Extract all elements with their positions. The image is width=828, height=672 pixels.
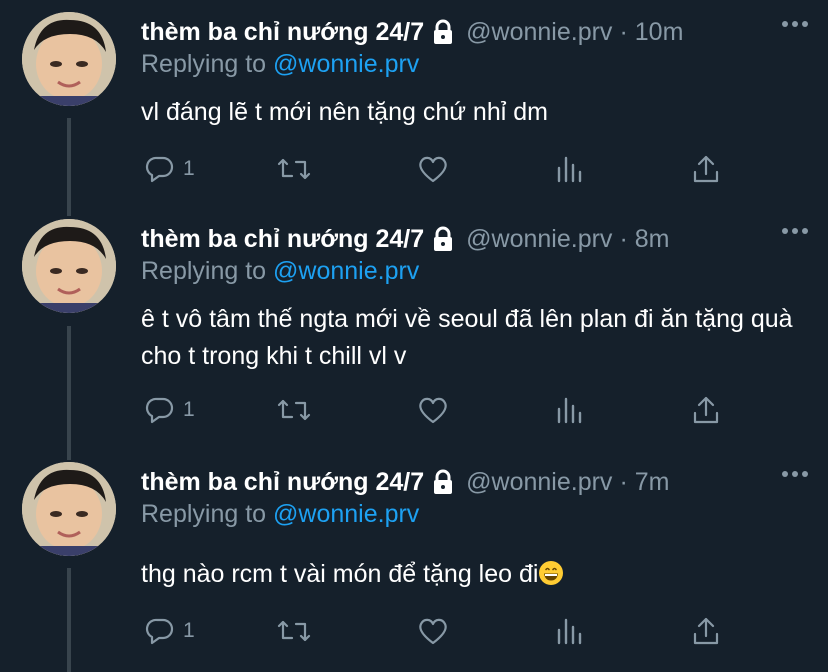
avatar[interactable]	[22, 462, 116, 556]
heart-icon	[419, 618, 447, 645]
separator: ·	[619, 17, 628, 46]
replying-to: Replying to @wonnie.prv	[141, 257, 419, 286]
reply-count: 1	[183, 619, 195, 642]
avatar[interactable]	[22, 219, 116, 313]
timestamp[interactable]: 8m	[635, 225, 670, 254]
timestamp[interactable]: 7m	[635, 468, 670, 497]
tweet-text-container: thg nào rcm t vài món để tặng leo đi	[141, 556, 801, 593]
lock-icon	[430, 469, 456, 495]
more-icon[interactable]	[782, 21, 808, 27]
mention-link[interactable]: @wonnie.prv	[273, 500, 419, 528]
mention-link[interactable]: @wonnie.prv	[273, 50, 419, 78]
tweet-header: thèm ba chỉ nướng 24/7 @wonnie.prv · 7m	[141, 464, 808, 500]
more-icon[interactable]	[782, 471, 808, 477]
more-icon[interactable]	[782, 228, 808, 234]
mention-link[interactable]: @wonnie.prv	[273, 257, 419, 285]
tweet-header: thèm ba chỉ nướng 24/7 @wonnie.prv · 10m	[141, 14, 808, 50]
avatar[interactable]	[22, 12, 116, 106]
display-name[interactable]: thèm ba chỉ nướng 24/7	[141, 468, 424, 497]
display-name[interactable]: thèm ba chỉ nướng 24/7	[141, 18, 424, 47]
share-icon	[693, 155, 719, 183]
grinning-face-emoji	[539, 561, 564, 585]
tweet-text: ê t vô tâm thế ngta mới về seoul đã lên …	[141, 305, 793, 370]
lock-icon	[430, 226, 456, 252]
handle[interactable]: @wonnie.prv	[466, 468, 612, 497]
share-icon	[693, 396, 719, 424]
analytics-button[interactable]	[555, 154, 585, 184]
heart-icon	[419, 397, 447, 424]
like-button[interactable]	[417, 616, 449, 646]
timestamp[interactable]: 10m	[635, 18, 684, 47]
tweet-text: vl đáng lẽ t mới nên tặng chứ nhỉ dm	[141, 98, 548, 126]
reply-icon	[145, 156, 174, 183]
handle[interactable]: @wonnie.prv	[466, 225, 612, 254]
analytics-button[interactable]	[555, 395, 585, 425]
retweet-icon	[277, 399, 311, 421]
reply-icon	[145, 618, 174, 645]
retweet-button[interactable]	[277, 154, 311, 184]
tweet-actions: 1	[141, 154, 741, 188]
share-button[interactable]	[691, 395, 721, 425]
reply-button[interactable]: 1	[145, 395, 195, 425]
analytics-icon	[557, 156, 582, 183]
share-button[interactable]	[691, 154, 721, 184]
retweet-button[interactable]	[277, 616, 311, 646]
retweet-button[interactable]	[277, 395, 311, 425]
tweet[interactable]: thèm ba chỉ nướng 24/7 @wonnie.prv · 10m…	[0, 0, 828, 205]
replying-prefix: Replying to	[141, 257, 267, 285]
analytics-icon	[557, 618, 582, 645]
retweet-icon	[277, 620, 311, 642]
lock-icon	[430, 19, 456, 45]
reply-button[interactable]: 1	[145, 616, 195, 646]
replying-prefix: Replying to	[141, 500, 267, 528]
share-icon	[693, 617, 719, 645]
separator: ·	[619, 467, 628, 496]
reply-count: 1	[183, 157, 195, 180]
share-button[interactable]	[691, 616, 721, 646]
tweet-text: thg nào rcm t vài món để tặng leo đi	[141, 560, 539, 588]
display-name[interactable]: thèm ba chỉ nướng 24/7	[141, 225, 424, 254]
replying-prefix: Replying to	[141, 50, 267, 78]
handle[interactable]: @wonnie.prv	[466, 18, 612, 47]
tweet-actions: 1	[141, 395, 741, 429]
tweet-actions: 1	[141, 616, 741, 650]
analytics-button[interactable]	[555, 616, 585, 646]
separator: ·	[619, 224, 628, 253]
replying-to: Replying to @wonnie.prv	[141, 50, 419, 79]
like-button[interactable]	[417, 395, 449, 425]
reply-button[interactable]: 1	[145, 154, 195, 184]
reply-icon	[145, 397, 174, 424]
like-button[interactable]	[417, 154, 449, 184]
heart-icon	[419, 156, 447, 183]
retweet-icon	[277, 158, 311, 180]
analytics-icon	[557, 397, 582, 424]
replying-to: Replying to @wonnie.prv	[141, 500, 419, 529]
tweet-header: thèm ba chỉ nướng 24/7 @wonnie.prv · 8m	[141, 221, 808, 257]
reply-count: 1	[183, 398, 195, 421]
tweet[interactable]: thèm ba chỉ nướng 24/7 @wonnie.prv · 8m …	[0, 207, 828, 452]
tweet[interactable]: thèm ba chỉ nướng 24/7 @wonnie.prv · 7m …	[0, 450, 828, 672]
